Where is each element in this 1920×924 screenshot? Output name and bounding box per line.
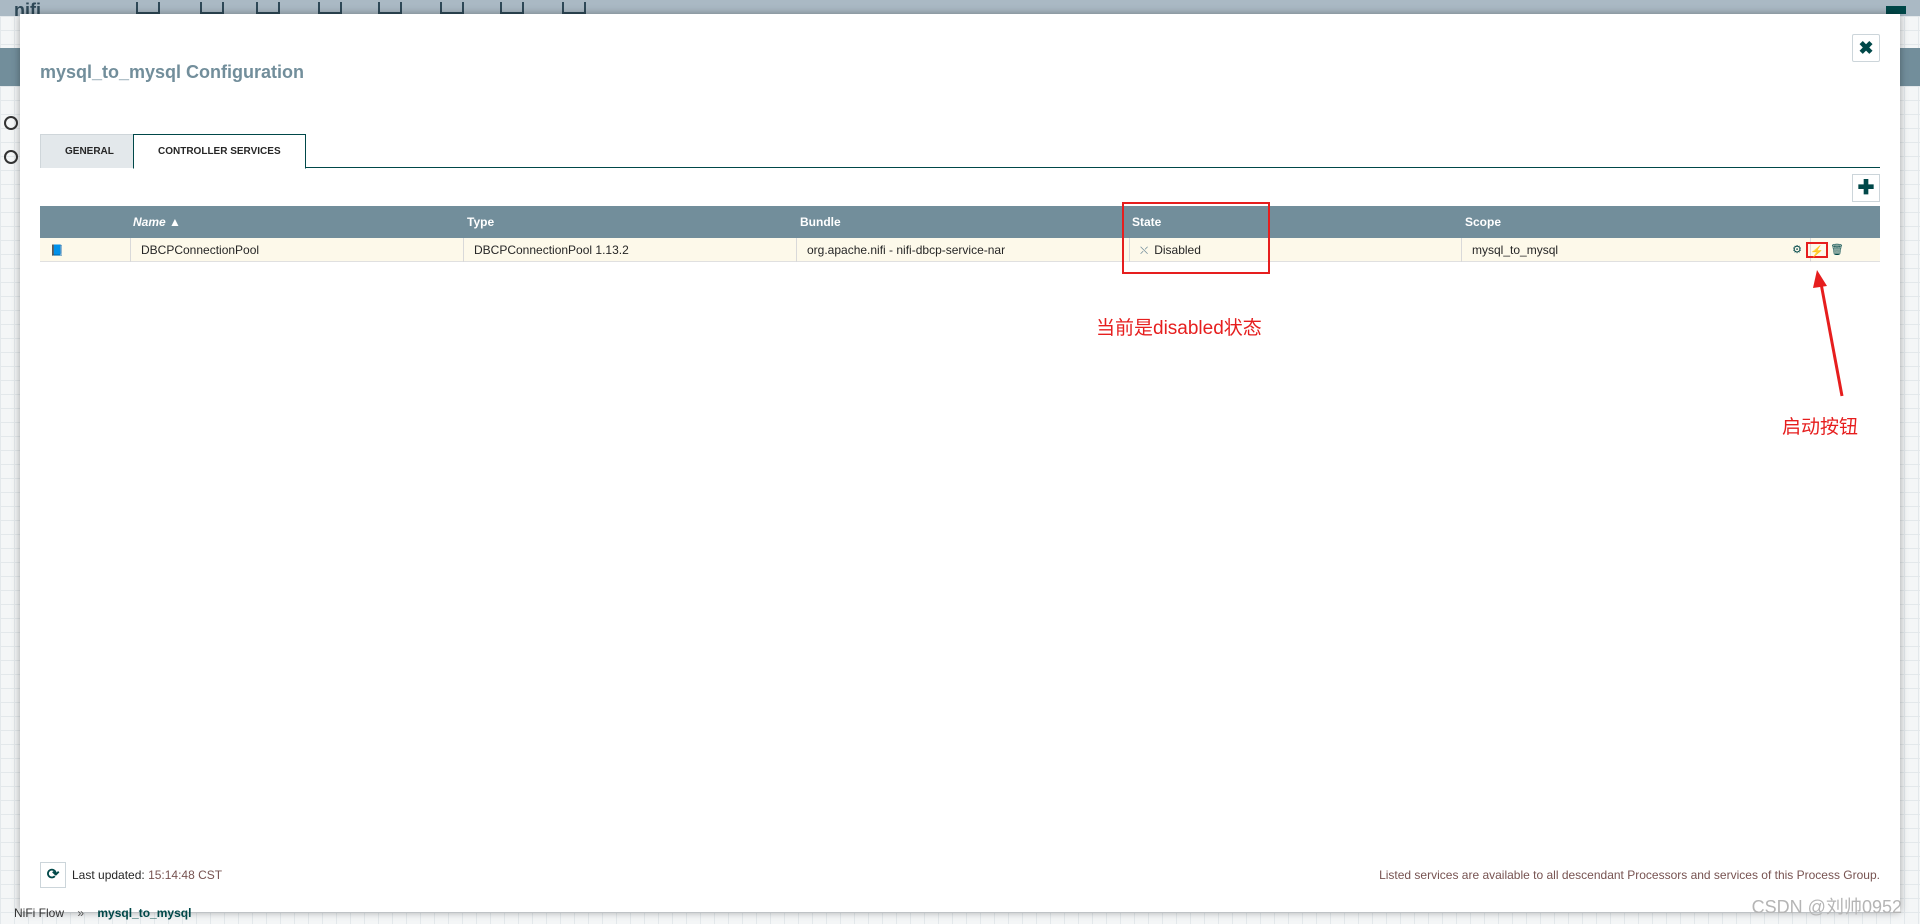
last-updated-time: 15:14:48 CST [148, 868, 223, 882]
remote-group-tool-icon[interactable] [378, 2, 402, 14]
funnel-tool-icon[interactable] [440, 2, 464, 14]
last-updated: Last updated: 15:14:48 CST [72, 868, 222, 882]
column-header-type[interactable]: Type [467, 206, 494, 238]
template-tool-icon[interactable] [500, 2, 524, 14]
type-cell: DBCPConnectionPool 1.13.2 [463, 238, 796, 262]
close-button[interactable]: ✖ [1852, 34, 1880, 62]
tab-bar: GENERAL CONTROLLER SERVICES [40, 120, 1880, 169]
scope-note: Listed services are available to all des… [1379, 868, 1880, 882]
column-header-scope[interactable]: Scope [1465, 206, 1501, 238]
global-menu-icon[interactable] [1886, 6, 1906, 14]
dialog-title: mysql_to_mysql Configuration [40, 62, 305, 82]
column-header-name[interactable]: Name ▲ [133, 206, 181, 238]
arrow-icon [1813, 270, 1844, 397]
refresh-button[interactable]: ⟳ [40, 862, 66, 888]
bundle-cell: org.apache.nifi - nifi-dbcp-service-nar [796, 238, 1129, 262]
tab-controller-services[interactable]: CONTROLLER SERVICES [133, 134, 306, 169]
usage-cell: 📘 [40, 238, 130, 262]
last-updated-label: Last updated: [72, 868, 149, 882]
usage-doc-icon[interactable]: 📘 [50, 245, 64, 257]
breadcrumb: NiFi Flow » mysql_to_mysql [14, 906, 191, 920]
table-row[interactable]: 📘 DBCPConnectionPool DBCPConnectionPool … [40, 238, 1880, 262]
breadcrumb-root[interactable]: NiFi Flow [14, 906, 64, 920]
tab-general[interactable]: GENERAL [40, 134, 139, 168]
column-header-bundle[interactable]: Bundle [800, 206, 841, 238]
operate-icon[interactable] [4, 150, 18, 164]
configuration-dialog: mysql_to_mysql Configuration ✖ GENERAL C… [20, 14, 1900, 912]
csdn-watermark: CSDN @刘帅0952 [1751, 897, 1902, 917]
delete-trash-icon[interactable]: 🗑 [1830, 242, 1844, 258]
name-cell: DBCPConnectionPool [130, 238, 463, 262]
navigate-icon[interactable] [4, 116, 18, 130]
state-annotation: 当前是disabled状态 [1096, 318, 1262, 339]
output-port-tool-icon[interactable] [256, 2, 280, 14]
scope-cell: mysql_to_mysql [1461, 238, 1791, 262]
state-highlight-box [1122, 202, 1270, 274]
breadcrumb-separator: » [77, 906, 85, 920]
label-tool-icon[interactable] [562, 2, 586, 14]
controller-services-table: Name ▲ Type Bundle State Scope 📘 DBCPCon… [40, 206, 1880, 262]
breadcrumb-current[interactable]: mysql_to_mysql [97, 906, 191, 920]
process-group-tool-icon[interactable] [318, 2, 342, 14]
add-controller-service-button[interactable]: ✚ [1852, 174, 1880, 202]
table-header: Name ▲ Type Bundle State Scope [40, 206, 1880, 238]
row-actions: ⚙ ⚡ 🗑 [1790, 242, 1844, 258]
enable-bolt-icon[interactable]: ⚡ [1806, 242, 1828, 258]
processor-tool-icon[interactable] [136, 2, 160, 14]
configure-gear-icon[interactable]: ⚙ [1790, 242, 1804, 258]
input-port-tool-icon[interactable] [200, 2, 224, 14]
button-annotation: 启动按钮 [1782, 417, 1859, 438]
